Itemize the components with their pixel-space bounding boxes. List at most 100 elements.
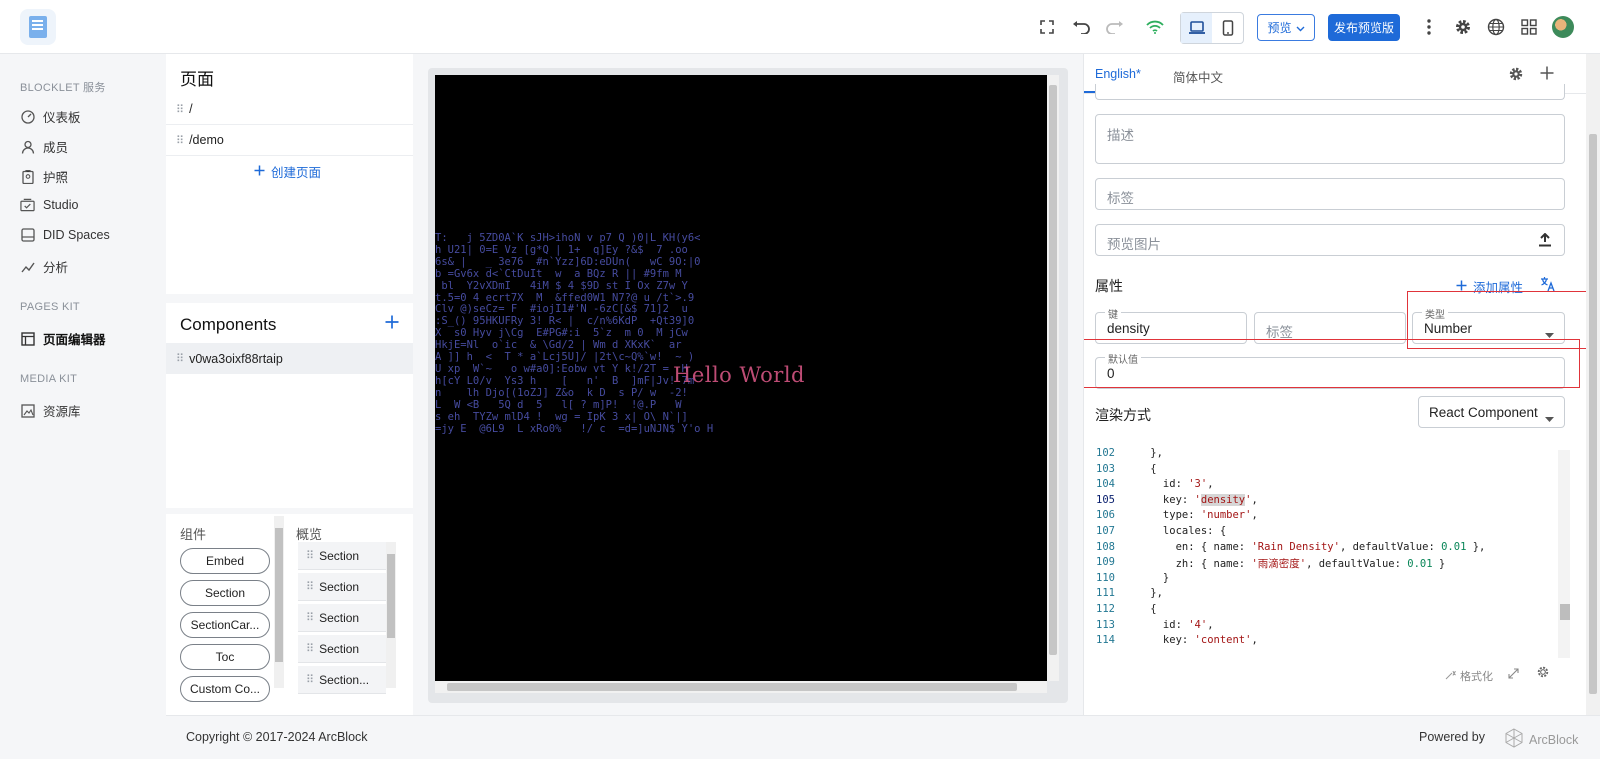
undo-icon[interactable]	[1068, 14, 1094, 40]
page-row[interactable]: ⠿ /	[166, 94, 413, 125]
drag-handle-icon[interactable]: ⠿	[176, 134, 184, 147]
code-line: 104 id: '3',	[1095, 478, 1213, 494]
matrix-rain-text: T: j 5ZD0A`K sJH>ihoN v p7 Q )0|L KH(y6<…	[435, 232, 910, 435]
app-logo[interactable]	[20, 9, 56, 45]
expand-icon[interactable]	[1508, 667, 1519, 682]
property-label-placeholder: 标签	[1266, 325, 1293, 340]
code-text: id: '4',	[1125, 618, 1214, 631]
nav-item-studio[interactable]: Studio	[20, 197, 78, 212]
left-navigation: BLOCKLET 服务 仪表板 成员 护照 Studio DID Spaces …	[0, 54, 166, 715]
page-row[interactable]: ⠿ /demo	[166, 125, 413, 156]
tags-field[interactable]: 标签	[1095, 178, 1565, 210]
name-field[interactable]	[1095, 84, 1565, 100]
page-path: /demo	[189, 133, 224, 147]
arcblock-brand[interactable]: ArcBlock	[1504, 728, 1578, 751]
component-pill-embed[interactable]: Embed	[180, 548, 270, 574]
code-editor[interactable]: 102 }, 103 {104 id: '3', 105 key: 'density…	[1095, 447, 1566, 657]
component-row[interactable]: ⠿ v0wa3oixf88rtaip	[166, 343, 413, 374]
component-pill-section-card[interactable]: SectionCar...	[180, 612, 270, 638]
components-panel: Components ⠿ v0wa3oixf88rtaip	[166, 303, 413, 508]
code-text: {	[1125, 603, 1157, 615]
nav-item-analytics[interactable]: 分析	[20, 257, 68, 276]
dashboard-icon	[20, 109, 35, 124]
mobile-view-icon[interactable]	[1212, 13, 1243, 43]
device-toggle	[1180, 12, 1244, 44]
preview-image-field[interactable]: 预览图片	[1095, 224, 1565, 256]
nav-section-blocklet: BLOCKLET 服务	[20, 82, 106, 94]
chevron-down-icon	[1296, 21, 1305, 35]
code-text: }	[1125, 571, 1170, 584]
code-line: 106 type: 'number',	[1095, 509, 1258, 525]
globe-icon[interactable]	[1483, 14, 1509, 40]
code-text: key: 'density',	[1125, 493, 1258, 506]
page-scrollbar[interactable]	[1586, 54, 1600, 715]
component-pill-custom[interactable]: Custom Co...	[180, 676, 270, 702]
code-line: 112 {	[1095, 603, 1157, 619]
redo-icon[interactable]	[1102, 14, 1128, 40]
component-pill-section[interactable]: Section	[180, 580, 270, 606]
nav-item-passport[interactable]: 护照	[20, 167, 68, 186]
add-component-icon[interactable]	[385, 307, 399, 335]
components-scrollbar[interactable]	[274, 516, 284, 688]
top-bar: 预览 发布预览版	[0, 0, 1600, 54]
apps-grid-icon[interactable]	[1516, 14, 1542, 40]
powered-by-text: Powered by	[1419, 730, 1486, 744]
footer: Copyright © 2017-2024 ArcBlock Powered b…	[166, 715, 1600, 759]
canvas-horizontal-scrollbar[interactable]	[435, 681, 1047, 693]
preview-canvas[interactable]: T: j 5ZD0A`K sJH>ihoN v p7 Q )0|L KH(y6<…	[435, 75, 1047, 681]
outline-row[interactable]: ⠿ Section	[298, 604, 386, 632]
nav-item-media-library[interactable]: 资源库	[20, 401, 81, 420]
editor-settings-icon[interactable]	[1536, 665, 1550, 682]
hello-world-text: Hello World	[673, 363, 805, 387]
upload-icon[interactable]	[1538, 232, 1552, 250]
preview-dropdown[interactable]: 预览	[1257, 14, 1315, 41]
nav-item-did-spaces[interactable]: DID Spaces	[20, 227, 110, 242]
library-panel: 组件 概览 Embed Section SectionCar... Toc Cu…	[166, 514, 413, 715]
description-field[interactable]: 描述	[1095, 114, 1565, 164]
nav-item-page-editor[interactable]: 页面编辑器	[20, 329, 106, 348]
code-text: locales: {	[1125, 525, 1227, 537]
format-button[interactable]: 格式化	[1445, 668, 1493, 684]
drag-handle-icon[interactable]: ⠿	[306, 549, 314, 562]
nav-item-label: 成员	[43, 141, 69, 155]
drag-handle-icon[interactable]: ⠿	[306, 673, 314, 686]
create-page-button[interactable]: 创建页面	[254, 162, 321, 181]
page-editor-icon	[20, 331, 35, 346]
fullscreen-icon[interactable]	[1034, 14, 1060, 40]
outline-row[interactable]: ⠿ Section	[298, 542, 386, 570]
drag-handle-icon[interactable]: ⠿	[306, 580, 314, 593]
drag-handle-icon[interactable]: ⠿	[176, 103, 184, 116]
code-minimap-marker	[1560, 604, 1570, 620]
user-avatar[interactable]	[1552, 16, 1574, 38]
outline-row[interactable]: ⠿ Section	[298, 573, 386, 601]
brand-label: ArcBlock	[1529, 732, 1579, 747]
nav-item-dashboard[interactable]: 仪表板	[20, 107, 81, 126]
render-mode-select[interactable]: React Component	[1418, 396, 1565, 428]
gear-icon[interactable]	[1508, 66, 1524, 85]
gear-icon[interactable]	[1450, 14, 1476, 40]
nav-item-members[interactable]: 成员	[20, 137, 68, 156]
drag-handle-icon[interactable]: ⠿	[306, 611, 314, 624]
more-vertical-icon[interactable]	[1416, 14, 1442, 40]
code-text: },	[1125, 447, 1163, 459]
nav-item-label: 护照	[43, 171, 69, 185]
code-line: 103 {	[1095, 463, 1157, 479]
canvas-vertical-scrollbar[interactable]	[1047, 75, 1059, 681]
outline-row[interactable]: ⠿ Section	[298, 635, 386, 663]
publish-preview-button[interactable]: 发布预览版	[1328, 14, 1400, 41]
add-locale-icon[interactable]	[1540, 66, 1554, 83]
component-pill-toc[interactable]: Toc	[180, 644, 270, 670]
line-number: 106	[1096, 509, 1115, 522]
code-line: 110 }	[1095, 572, 1169, 588]
desktop-view-icon[interactable]	[1181, 13, 1212, 43]
drag-handle-icon[interactable]: ⠿	[176, 352, 184, 365]
outline-row[interactable]: ⠿ Section...	[298, 666, 386, 694]
nav-item-label: 页面编辑器	[43, 333, 106, 347]
outline-scrollbar[interactable]	[386, 542, 396, 688]
tab-english[interactable]: English*	[1095, 67, 1141, 81]
nav-item-label: 资源库	[43, 405, 81, 419]
nav-section-pages-kit: PAGES KIT	[20, 301, 80, 313]
drag-handle-icon[interactable]: ⠿	[306, 642, 314, 655]
render-mode-title: 渲染方式	[1095, 407, 1151, 423]
code-scrollbar[interactable]	[1558, 450, 1570, 658]
